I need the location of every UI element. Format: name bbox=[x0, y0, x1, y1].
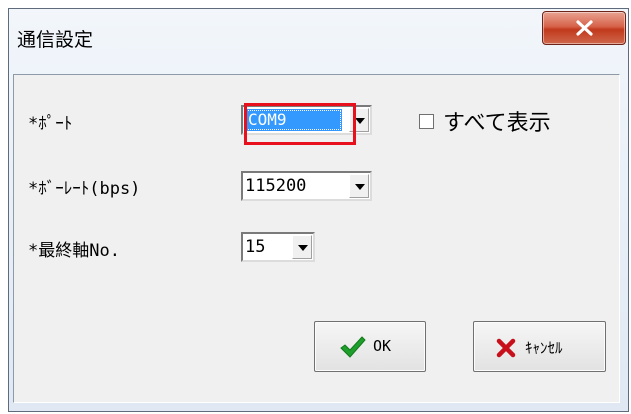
x-icon bbox=[496, 338, 516, 358]
window-title: 通信設定 bbox=[17, 29, 94, 51]
last-axis-label: *最終軸No. bbox=[28, 241, 120, 261]
close-button[interactable] bbox=[542, 11, 626, 45]
port-label: *ﾎﾟｰﾄ bbox=[28, 114, 73, 134]
last-axis-select[interactable]: 15 bbox=[241, 232, 315, 262]
last-axis-dropdown-button[interactable] bbox=[292, 235, 312, 259]
baud-rate-label: *ﾎﾞｰﾚｰﾄ(bps) bbox=[28, 179, 141, 199]
dialog-window: 通信設定 *ﾎﾟｰﾄ COM9 すべて表示 *ﾎﾞｰﾚｰﾄ(bps) 11520… bbox=[8, 8, 629, 412]
cancel-label: ｷｬﾝｾﾙ bbox=[525, 339, 563, 357]
baud-rate-select[interactable]: 115200 bbox=[241, 171, 372, 201]
title-bar[interactable]: 通信設定 bbox=[9, 9, 628, 74]
dialog-client-area: *ﾎﾟｰﾄ COM9 すべて表示 *ﾎﾞｰﾚｰﾄ(bps) 115200 *最終… bbox=[13, 74, 620, 403]
baud-rate-value: 115200 bbox=[245, 176, 307, 196]
show-all-checkbox[interactable] bbox=[419, 114, 434, 129]
ok-button[interactable]: OK bbox=[314, 321, 426, 372]
show-all-label[interactable]: すべて表示 bbox=[443, 105, 551, 137]
baud-rate-dropdown-button[interactable] bbox=[349, 174, 369, 198]
close-icon bbox=[576, 20, 593, 36]
highlight-box bbox=[244, 103, 356, 145]
cancel-button[interactable]: ｷｬﾝｾﾙ bbox=[473, 321, 606, 372]
check-icon bbox=[340, 336, 366, 358]
last-axis-value: 15 bbox=[245, 237, 266, 257]
ok-label: OK bbox=[373, 337, 392, 355]
